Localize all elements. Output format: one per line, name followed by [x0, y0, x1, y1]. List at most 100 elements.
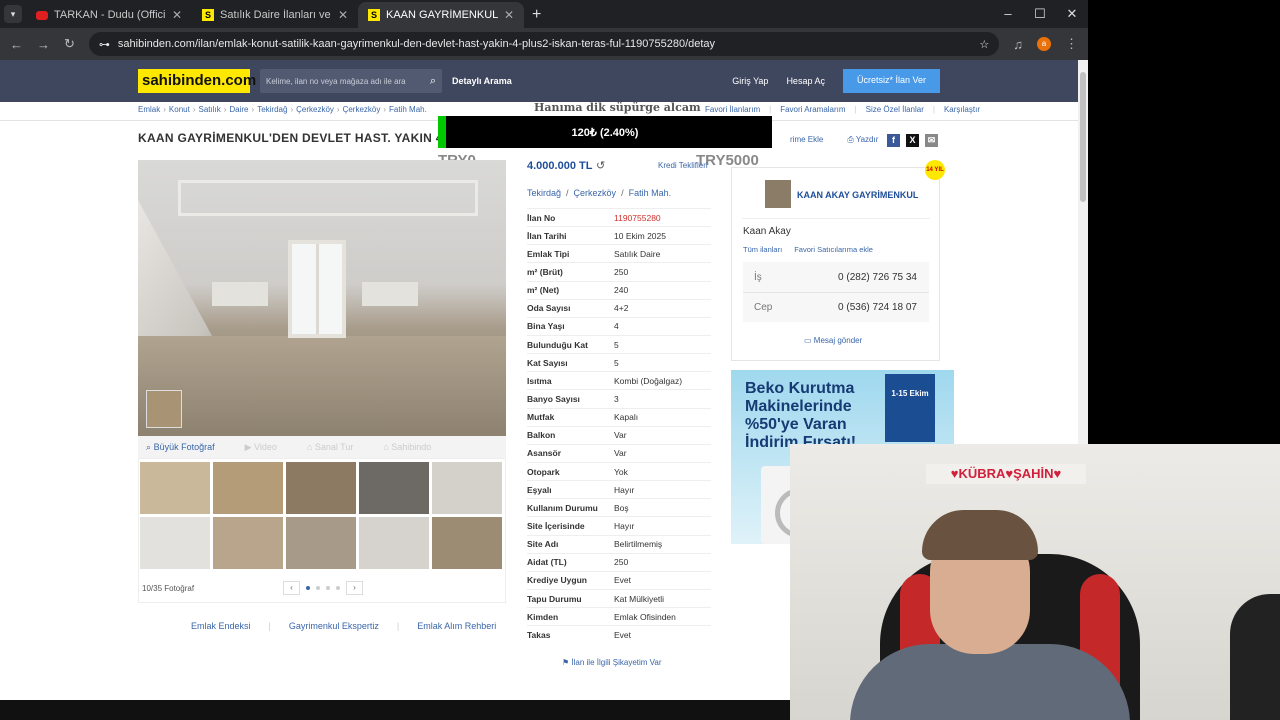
photo-thumbnail[interactable] — [286, 462, 356, 514]
site-logo[interactable]: sahibinden.com — [138, 69, 256, 93]
breadcrumb-item[interactable]: Çerkezköy — [343, 105, 381, 114]
separator: / — [621, 188, 624, 198]
tab-satilik[interactable]: S Satılık Daire İlanları ve Satılık E ✕ — [192, 2, 358, 28]
photo-thumbnail[interactable] — [286, 517, 356, 569]
back-icon[interactable]: ← — [10, 37, 23, 52]
x-icon[interactable]: X — [906, 134, 919, 147]
compare-link[interactable]: Karşılaştır — [944, 105, 980, 114]
tab-search-button[interactable]: ▾ — [4, 5, 22, 23]
new-tab-icon[interactable]: + — [532, 6, 541, 24]
credit-offers-link[interactable]: Kredi Teklifleri — [658, 161, 708, 170]
facebook-icon[interactable]: f — [887, 134, 900, 147]
next-arrow-icon[interactable]: › — [346, 581, 363, 595]
register-link[interactable]: Hesap Aç — [786, 76, 825, 86]
thumbnail-grid — [140, 462, 504, 569]
photo-thumbnail[interactable] — [140, 462, 210, 514]
send-message-link[interactable]: ▭ Mesaj gönder — [804, 336, 862, 345]
phone-row-mobile: Cep 0 (536) 724 18 07 — [743, 292, 929, 322]
photo-thumbnail[interactable] — [213, 462, 283, 514]
scrollbar-thumb[interactable] — [1080, 72, 1086, 202]
bookmark-star-icon[interactable]: ☆ — [979, 38, 989, 51]
photo-thumbnail[interactable] — [359, 462, 429, 514]
photo-thumbnail[interactable] — [213, 517, 283, 569]
map-label: Sahibindo — [391, 442, 432, 452]
page-dot[interactable] — [306, 586, 310, 590]
site-info-icon[interactable]: ⊶ — [99, 38, 110, 51]
media-icon[interactable]: ♫ — [1013, 37, 1023, 52]
search-icon[interactable]: ⌕ — [430, 75, 436, 88]
favorite-searches-link[interactable]: Favori Aramalarım — [780, 105, 845, 114]
breadcrumb-item[interactable]: Daire — [229, 105, 248, 114]
breadcrumb-item[interactable]: Çerkezköy — [296, 105, 334, 114]
detail-row: Kimden Emlak Ofisinden — [527, 607, 711, 625]
page-dot[interactable] — [316, 586, 320, 590]
page-dot[interactable] — [326, 586, 330, 590]
phone-number[interactable]: 0 (282) 726 75 34 — [838, 272, 917, 283]
photo-thumbnail[interactable] — [359, 517, 429, 569]
detail-label: Bina Yaşı — [527, 321, 565, 332]
url-text: sahibinden.com/ilan/emlak-konut-satilik-… — [117, 38, 716, 50]
sahibinden-icon: S — [202, 9, 214, 21]
video-button: ▶ Video — [244, 441, 277, 452]
maximize-icon[interactable]: ☐ — [1024, 0, 1056, 28]
close-icon[interactable]: ✕ — [338, 8, 348, 22]
building-thumbnail[interactable] — [146, 390, 182, 428]
all-ads-link[interactable]: Tüm ilanları — [743, 245, 782, 254]
print-link[interactable]: ⎙ Yazdır — [847, 135, 878, 145]
tab-youtube[interactable]: TARKAN - Dudu (Official Music ✕ — [26, 2, 192, 28]
advanced-search-link[interactable]: Detaylı Arama — [452, 76, 512, 86]
alim-rehberi-link[interactable]: Emlak Alım Rehberi — [417, 621, 496, 631]
detail-value: Yok — [614, 466, 628, 477]
price-history-icon[interactable]: ↺ — [596, 159, 605, 172]
detail-row: Asansör Var — [527, 443, 711, 462]
detail-row: Emlak Tipi Satılık Daire — [527, 244, 711, 262]
phone-number[interactable]: 0 (536) 724 18 07 — [838, 302, 917, 313]
special-ads-link[interactable]: Size Özel İlanlar — [866, 105, 924, 114]
detail-row: Balkon Var — [527, 425, 711, 444]
store-name[interactable]: KAAN AKAY GAYRİMENKUL — [797, 190, 918, 200]
close-window-icon[interactable]: ✕ — [1056, 0, 1088, 28]
breadcrumb-item[interactable]: Fatih Mah. — [389, 105, 427, 114]
breadcrumb-item[interactable]: Tekirdağ — [257, 105, 287, 114]
city-link[interactable]: Tekirdağ — [527, 188, 561, 198]
emlak-endeksi-link[interactable]: Emlak Endeksi — [191, 621, 251, 631]
agent-name: Kaan Akay — [743, 226, 791, 237]
photo-thumbnail[interactable] — [432, 517, 502, 569]
complaint-link[interactable]: ⚑ İlan ile İlgili Şikayetim Var — [562, 658, 662, 667]
big-photo-button[interactable]: ⌕ Büyük Fotoğraf — [146, 442, 215, 453]
favorite-seller-link[interactable]: Favori Satıcılarıma ekle — [794, 245, 873, 254]
breadcrumb-item[interactable]: Emlak — [138, 105, 160, 114]
favorite-ads-link[interactable]: Favori İlanlarım — [705, 105, 760, 114]
photo-thumbnail[interactable] — [140, 517, 210, 569]
login-link[interactable]: Giriş Yap — [732, 76, 768, 86]
breadcrumb-item[interactable]: Konut — [169, 105, 190, 114]
photo-thumbnail[interactable] — [432, 462, 502, 514]
address-bar[interactable]: ⊶ sahibinden.com/ilan/emlak-konut-satili… — [88, 32, 1000, 56]
user-links: Favori İlanlarım | Favori Aramalarım | Siz… — [705, 105, 980, 114]
forward-icon[interactable]: → — [37, 37, 50, 52]
district-link[interactable]: Çerkezköy — [574, 188, 617, 198]
mail-icon[interactable]: ✉ — [925, 134, 938, 147]
radiator — [362, 282, 418, 306]
prev-arrow-icon[interactable]: ‹ — [283, 581, 300, 595]
virtual-tour-button: ⌂ Sanal Tur — [306, 442, 354, 452]
store-logo[interactable] — [765, 180, 791, 208]
breadcrumb-item[interactable]: Satılık — [198, 105, 220, 114]
profile-avatar[interactable]: a — [1037, 37, 1051, 51]
close-icon[interactable]: ✕ — [504, 8, 514, 22]
tab-active-listing[interactable]: S KAAN GAYRİMENKUL'DEN DEVL ✕ — [358, 2, 524, 28]
ekspertiz-link[interactable]: Gayrimenkul Ekspertiz — [289, 621, 379, 631]
close-icon[interactable]: ✕ — [172, 8, 182, 22]
minimize-icon[interactable]: – — [992, 0, 1024, 28]
page-dot[interactable] — [336, 586, 340, 590]
add-favorite-link[interactable]: rime Ekle — [790, 135, 823, 145]
listing-actions: rime Ekle ⎙ Yazdır — [790, 135, 878, 145]
post-ad-button[interactable]: Ücretsiz* İlan Ver — [842, 69, 940, 93]
neighborhood-link[interactable]: Fatih Mah. — [629, 188, 672, 198]
detail-label: Oda Sayısı — [527, 303, 571, 314]
reload-icon[interactable]: ↻ — [64, 36, 75, 52]
main-photo[interactable] — [138, 160, 506, 436]
search-input[interactable]: Kelime, ilan no veya mağaza adı ile ara … — [260, 69, 442, 93]
menu-icon[interactable]: ⋮ — [1065, 36, 1078, 52]
listing-title: KAAN GAYRİMENKUL'DEN DEVLET HAST. YAKIN … — [138, 131, 451, 145]
